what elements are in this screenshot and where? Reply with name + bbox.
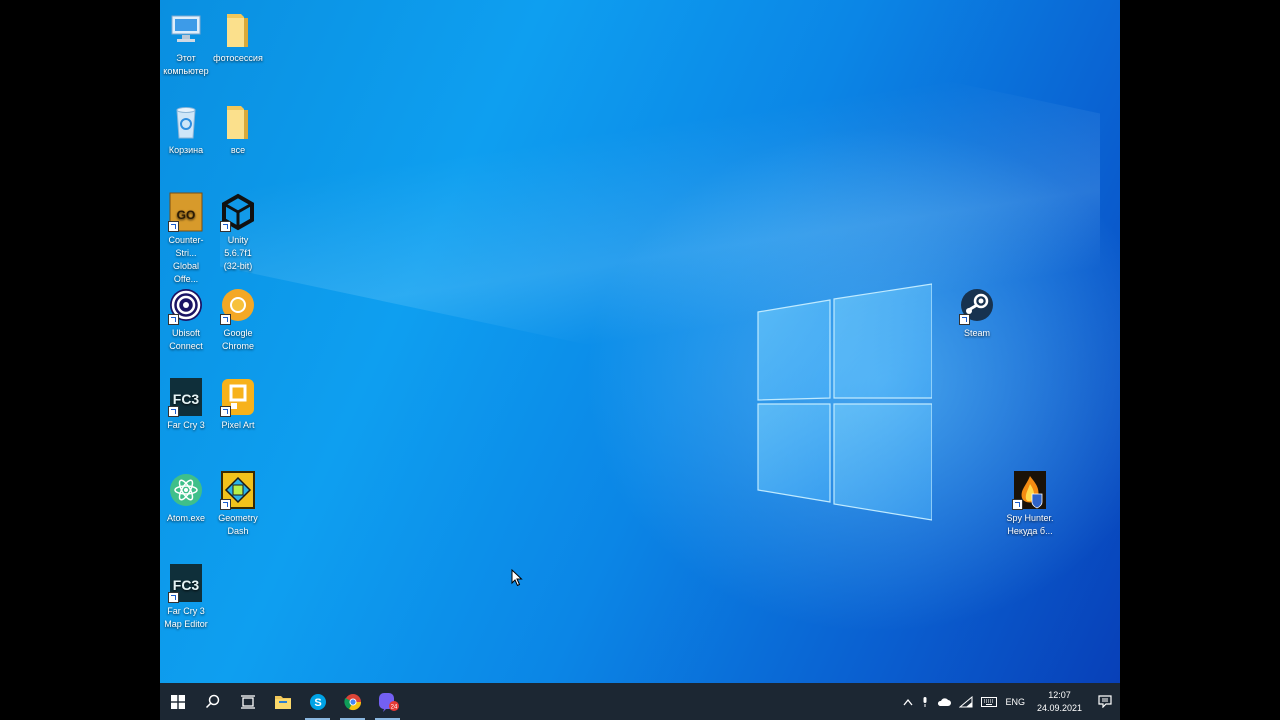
desktop-icon-label: Этот компьютер <box>163 53 209 76</box>
desktop-icon-atom[interactable]: Atom.exe <box>161 470 211 525</box>
clock[interactable]: 12:07 24.09.2021 <box>1029 683 1090 720</box>
search-icon <box>205 694 220 709</box>
folder-icon <box>220 102 256 142</box>
desktop-icon-label: Counter-Stri... Global Offe... <box>168 235 204 284</box>
desktop-icon-label: Atom.exe <box>166 513 206 523</box>
tray-microphone[interactable] <box>917 683 933 720</box>
atom-icon <box>168 470 204 510</box>
desktop-icon-this-pc[interactable]: Этот компьютер <box>161 10 211 78</box>
shortcut-arrow-icon <box>220 221 231 232</box>
desktop-icon-far-cry-3-map-editor[interactable]: FC3 Far Cry 3 Map Editor <box>161 563 211 631</box>
shortcut-arrow-icon <box>168 221 179 232</box>
viber-badge: 24 <box>390 704 397 710</box>
desktop-icon-label: Geometry Dash <box>218 513 258 536</box>
desktop-icon-label: Pixel Art <box>221 420 255 430</box>
desktop-icon-pixel-art[interactable]: Pixel Art <box>213 377 263 432</box>
desktop-icon-spy-hunter[interactable]: Spy Hunter. Некуда б... <box>1005 470 1055 538</box>
folder-icon <box>220 10 256 50</box>
desktop-icon-far-cry-3[interactable]: FC3 Far Cry 3 <box>161 377 211 432</box>
desktop-icon-steam[interactable]: Steam <box>952 285 1002 340</box>
recycle-bin-icon <box>168 102 204 142</box>
svg-text:GO: GO <box>177 208 196 222</box>
tray-network-cloud[interactable] <box>933 683 955 720</box>
unity-icon <box>220 192 256 232</box>
desktop-icon-ubisoft-connect[interactable]: Ubisoft Connect <box>161 285 211 353</box>
clock-date: 24.09.2021 <box>1036 702 1082 713</box>
chrome-icon <box>220 285 256 325</box>
shortcut-arrow-icon <box>1012 499 1023 510</box>
start-button[interactable] <box>160 683 195 720</box>
taskbar-chrome[interactable] <box>335 683 370 720</box>
desktop-icon-label: Spy Hunter. Некуда б... <box>1006 513 1054 536</box>
ubisoft-icon <box>168 285 204 325</box>
taskbar-file-explorer[interactable] <box>265 683 300 720</box>
steam-icon <box>959 285 995 325</box>
csgo-icon: GO <box>168 192 204 232</box>
tray-keyboard[interactable] <box>977 683 1001 720</box>
wallpaper <box>160 0 1120 683</box>
shortcut-arrow-icon <box>959 314 970 325</box>
svg-text:FC3: FC3 <box>173 577 200 593</box>
desktop-icon-unity[interactable]: Unity 5.6.7f1 (32-bit) <box>213 192 263 273</box>
shortcut-arrow-icon <box>220 314 231 325</box>
computer-icon <box>168 10 204 50</box>
chrome-icon <box>343 693 361 710</box>
taskbar-viber[interactable]: 24 <box>370 683 405 720</box>
farcry3-icon: FC3 <box>168 377 204 417</box>
system-tray: ENG 12:07 24.09.2021 <box>899 683 1120 720</box>
geometry-dash-icon <box>220 470 256 510</box>
keyboard-icon <box>981 696 998 707</box>
mouse-cursor-icon <box>511 569 523 587</box>
taskbar: S 24 ENG 12:07 24.09.2021 <box>160 683 1120 720</box>
language-indicator[interactable]: ENG <box>1001 683 1029 720</box>
farcry3-editor-icon: FC3 <box>168 563 204 603</box>
shortcut-arrow-icon <box>168 314 179 325</box>
pixel-art-icon <box>220 377 256 417</box>
shortcut-arrow-icon <box>168 592 179 603</box>
desktop-icon-label: Far Cry 3 Map Editor <box>164 606 208 629</box>
cloud-icon <box>938 697 952 706</box>
shortcut-arrow-icon <box>220 406 231 417</box>
desktop-icon-label: Google Chrome <box>221 328 254 351</box>
desktop-icon-google-chrome[interactable]: Google Chrome <box>213 285 263 353</box>
task-view-button[interactable] <box>230 683 265 720</box>
microphone-icon <box>923 696 927 707</box>
desktop-icon-label: все <box>230 145 246 155</box>
wallpaper-light-beam <box>220 0 1100 454</box>
desktop-icon-label: Корзина <box>168 145 204 155</box>
windows-logo-wallpaper <box>757 283 932 521</box>
desktop-icon-label: фотосессия <box>213 53 263 63</box>
desktop-icon-label: Far Cry 3 <box>167 420 205 430</box>
desktop-screen: Этот компьютер фотосессия Корзина все GO… <box>160 0 1120 720</box>
tray-wifi[interactable] <box>955 683 977 720</box>
desktop-icon-recycle-bin[interactable]: Корзина <box>161 102 211 157</box>
chevron-up-icon <box>903 698 913 705</box>
clock-time: 12:07 <box>1048 689 1071 700</box>
desktop-icon-photoshoot-folder[interactable]: фотосессия <box>213 10 263 65</box>
folder-icon <box>274 695 291 709</box>
wifi-icon <box>959 695 973 707</box>
shortcut-arrow-icon <box>220 499 231 510</box>
desktop-icon-label: Ubisoft Connect <box>169 328 203 351</box>
taskbar-skype[interactable]: S <box>300 683 335 720</box>
show-hidden-icons-button[interactable] <box>899 683 917 720</box>
shortcut-arrow-icon <box>168 406 179 417</box>
svg-text:FC3: FC3 <box>173 391 200 407</box>
desktop-icon-geometry-dash[interactable]: Geometry Dash <box>213 470 263 538</box>
desktop-icon-csgo[interactable]: GO Counter-Stri... Global Offe... <box>161 192 211 286</box>
notification-icon <box>1098 695 1112 708</box>
desktop-icon-label: Steam <box>963 328 990 338</box>
spy-hunter-icon <box>1012 470 1048 510</box>
skype-icon: S <box>309 693 326 710</box>
search-button[interactable] <box>195 683 230 720</box>
desktop-icon-label: Unity 5.6.7f1 (32-bit) <box>223 235 253 271</box>
desktop-icon-all-folder[interactable]: все <box>213 102 263 157</box>
windows-icon <box>170 694 185 709</box>
viber-icon: 24 <box>378 692 399 712</box>
action-center-button[interactable] <box>1090 683 1120 720</box>
task-view-icon <box>240 694 255 709</box>
svg-text:S: S <box>314 697 321 709</box>
